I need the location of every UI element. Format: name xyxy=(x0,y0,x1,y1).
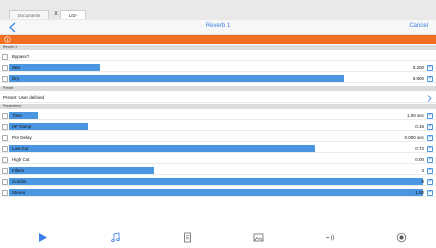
time-increment-button[interactable]: + xyxy=(427,112,433,119)
high-cut-slider-row[interactable]: High Cut 0.00 + xyxy=(0,155,436,164)
combs-slider-row[interactable]: Combs 8 + xyxy=(0,177,436,186)
high-cut-increment-button[interactable]: + xyxy=(427,156,433,163)
tab-documents[interactable]: Documents xyxy=(9,10,49,19)
bottom-toolbar xyxy=(0,228,436,248)
wet-slider-row[interactable]: Wet 0.200 + xyxy=(0,63,436,72)
hf-damp-value: 0.16 xyxy=(415,124,424,129)
high-cut-value: 0.00 xyxy=(415,157,424,162)
filters-value: 3 xyxy=(421,168,424,173)
stereo-increment-button[interactable]: + xyxy=(427,189,433,196)
record-icon[interactable] xyxy=(396,232,407,243)
combs-decrement-button[interactable] xyxy=(2,178,8,185)
high-cut-label: High Cut xyxy=(12,157,30,162)
pre-delay-value: 0.000 sec xyxy=(404,135,424,140)
hf-damp-decrement-button[interactable] xyxy=(2,123,8,130)
stereo-slider-fill[interactable] xyxy=(9,189,423,196)
hf-damp-label: HF Damp xyxy=(12,124,32,129)
time-value: 1.00 sec xyxy=(406,113,424,118)
pre-delay-label: Pre Delay xyxy=(12,135,32,140)
bypass-checkbox[interactable] xyxy=(2,53,8,60)
dry-label: Dry xyxy=(12,76,19,81)
dry-value: 0.800 xyxy=(412,76,424,81)
dry-decrement-button[interactable] xyxy=(2,75,8,82)
tab-lid-kike[interactable]: LID-KIKE xyxy=(60,10,86,27)
filters-decrement-button[interactable] xyxy=(2,167,8,174)
hf-damp-slider-row[interactable]: HF Damp 0.16 + xyxy=(0,122,436,131)
info-banner xyxy=(0,35,436,44)
wet-slider-fill[interactable] xyxy=(9,64,100,71)
preset-row[interactable]: Preset: User defined xyxy=(0,93,436,103)
dry-slider-row[interactable]: Dry 0.800 + xyxy=(0,74,436,83)
pre-delay-decrement-button[interactable] xyxy=(2,134,8,141)
dry-increment-button[interactable]: + xyxy=(427,75,433,82)
time-label: Time xyxy=(12,113,22,118)
section-header-reverb: Reverb 1 xyxy=(0,45,436,50)
pre-delay-increment-button[interactable]: + xyxy=(427,134,433,141)
combs-increment-button[interactable]: + xyxy=(427,178,433,185)
filters-label: Filters xyxy=(12,168,25,173)
music-note-icon[interactable] xyxy=(110,232,121,243)
navigation-bar: Reverb 1 Cancel xyxy=(0,20,436,35)
tab-close-button[interactable]: X xyxy=(52,10,60,19)
document-tab-bar: Documents X LID-KIKE xyxy=(0,0,436,27)
bypass-row[interactable]: Bypass? xyxy=(0,52,436,61)
filters-slider-row[interactable]: Filters 3 + xyxy=(0,166,436,175)
low-cut-slider-row[interactable]: Low Cut 0.72 + xyxy=(0,144,436,153)
wet-decrement-button[interactable] xyxy=(2,64,8,71)
low-cut-slider-fill[interactable] xyxy=(9,145,315,152)
section-header-parameters: Parameters xyxy=(0,104,436,109)
hf-damp-increment-button[interactable]: + xyxy=(427,123,433,130)
image-icon[interactable] xyxy=(253,232,264,243)
combs-value: 8 xyxy=(421,179,424,184)
cancel-button[interactable]: Cancel xyxy=(409,23,428,29)
filters-increment-button[interactable]: + xyxy=(427,167,433,174)
combs-label: Combs xyxy=(12,179,27,184)
low-cut-decrement-button[interactable] xyxy=(2,145,8,152)
bypass-label: Bypass? xyxy=(12,54,30,59)
audio-output-icon[interactable] xyxy=(325,232,336,243)
play-icon[interactable] xyxy=(37,232,48,243)
time-decrement-button[interactable] xyxy=(2,112,8,119)
section-header-preset: Preset xyxy=(0,86,436,91)
stereo-slider-row[interactable]: Stereo 1.00 + xyxy=(0,188,436,197)
stereo-label: Stereo xyxy=(12,190,26,195)
pre-delay-slider-row[interactable]: Pre Delay 0.000 sec + xyxy=(0,133,436,142)
high-cut-decrement-button[interactable] xyxy=(2,156,8,163)
stereo-value: 1.00 xyxy=(415,190,424,195)
page-title: Reverb 1 xyxy=(205,23,231,29)
wet-value: 0.200 xyxy=(412,65,424,70)
wet-label: Wet xyxy=(12,65,20,70)
preset-label: Preset: User defined xyxy=(3,95,45,100)
info-icon[interactable] xyxy=(4,36,11,43)
stereo-decrement-button[interactable] xyxy=(2,189,8,196)
low-cut-increment-button[interactable]: + xyxy=(427,145,433,152)
wet-increment-button[interactable]: + xyxy=(427,64,433,71)
filters-slider-fill[interactable] xyxy=(9,167,154,174)
document-icon[interactable] xyxy=(182,232,193,243)
low-cut-value: 0.72 xyxy=(415,146,424,151)
combs-slider-fill[interactable] xyxy=(9,178,423,185)
low-cut-label: Low Cut xyxy=(12,146,29,151)
dry-slider-fill[interactable] xyxy=(9,75,344,82)
time-slider-row[interactable]: Time 1.00 sec + xyxy=(0,111,436,120)
chevron-right-icon[interactable] xyxy=(427,95,432,102)
